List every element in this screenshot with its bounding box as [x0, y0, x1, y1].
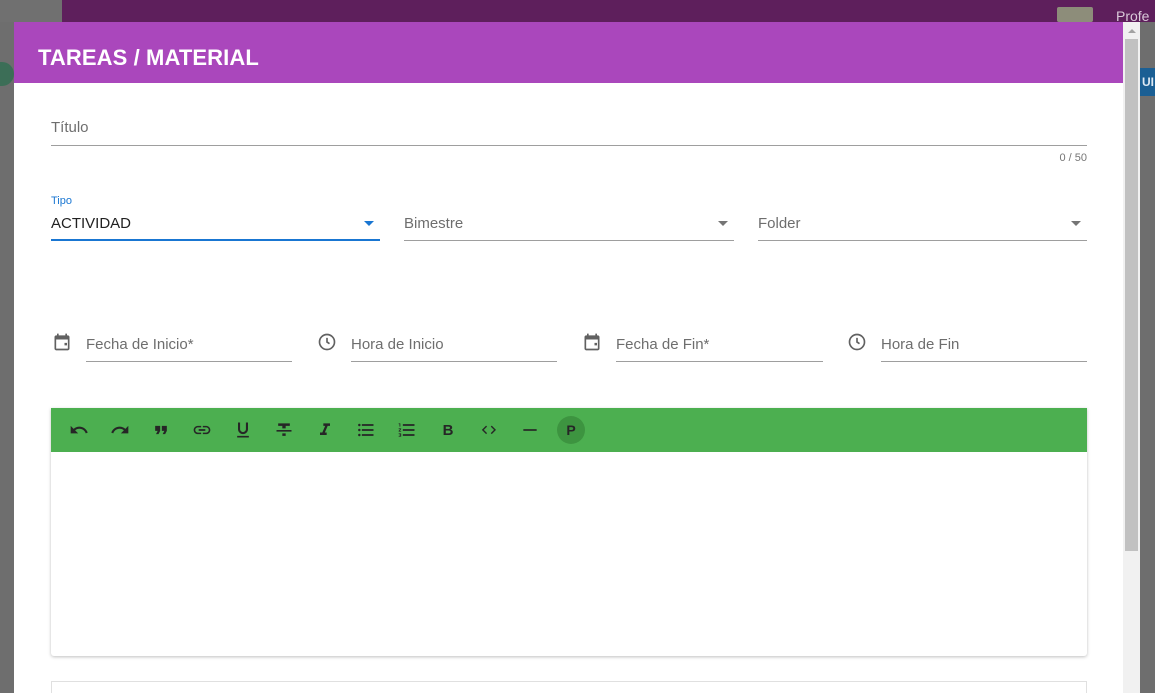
calendar-icon	[584, 333, 600, 351]
bold-button[interactable]: B	[434, 416, 462, 444]
link-button[interactable]	[188, 416, 216, 444]
dropdown-arrow-icon	[364, 221, 374, 226]
horizontal-rule-button[interactable]	[516, 416, 544, 444]
tareas-material-dialog: TAREAS / MATERIAL Título 0 / 50 Tipo ACT…	[14, 22, 1123, 693]
link-icon	[193, 425, 211, 435]
undo-button[interactable]	[65, 416, 93, 444]
scrollbar-thumb[interactable]	[1125, 39, 1138, 551]
dropdown-arrow-icon	[1071, 221, 1081, 226]
fecha-inicio-input[interactable]: Fecha de Inicio*	[86, 327, 292, 362]
redo-button[interactable]	[106, 416, 134, 444]
editor-content-area[interactable]	[51, 452, 1087, 656]
code-icon	[481, 425, 496, 435]
italic-button[interactable]	[311, 416, 339, 444]
tipo-select[interactable]: Tipo ACTIVIDAD	[51, 195, 380, 241]
fecha-fin-label: Fecha de Fin*	[616, 336, 710, 353]
strikethrough-icon	[276, 423, 292, 436]
paragraph-button[interactable]: P	[557, 416, 585, 444]
fecha-fin-field[interactable]: Fecha de Fin*	[582, 327, 823, 362]
background-left-bar	[0, 0, 62, 22]
fecha-inicio-field[interactable]: Fecha de Inicio*	[52, 327, 292, 362]
dialog-header: TAREAS / MATERIAL	[14, 22, 1123, 83]
bulleted-list-icon	[358, 423, 374, 437]
dropdown-arrow-icon	[718, 221, 728, 226]
editor-toolbar: B P	[51, 408, 1087, 452]
strikethrough-button[interactable]	[270, 416, 298, 444]
scrollbar[interactable]	[1123, 22, 1140, 693]
hora-inicio-field[interactable]: Hora de Inicio	[317, 327, 557, 362]
redo-icon	[111, 425, 129, 434]
bulleted-list-button[interactable]	[352, 416, 380, 444]
quote-icon	[155, 425, 167, 435]
scroll-up-arrow-icon[interactable]	[1123, 22, 1140, 39]
underline-icon	[237, 422, 249, 438]
tipo-label: Tipo	[51, 195, 72, 207]
background-top-bar	[62, 0, 1155, 22]
calendar-icon	[54, 333, 70, 351]
titulo-field[interactable]: Título	[51, 109, 1087, 146]
titulo-label: Título	[51, 119, 89, 136]
lower-section	[51, 681, 1087, 693]
background-side-button: UI	[1140, 68, 1155, 96]
hora-inicio-label: Hora de Inicio	[351, 336, 444, 353]
titulo-counter: 0 / 50	[1059, 152, 1087, 164]
avatar	[1057, 7, 1093, 22]
paragraph-label: P	[566, 422, 576, 438]
undo-icon	[70, 425, 88, 434]
hora-fin-field[interactable]: Hora de Fin	[847, 327, 1087, 362]
numbered-list-icon	[398, 423, 415, 437]
clock-icon	[848, 333, 866, 351]
folder-placeholder: Folder	[758, 215, 801, 232]
underline-button[interactable]	[229, 416, 257, 444]
numbered-list-button[interactable]	[393, 416, 421, 444]
background-left-tab	[0, 62, 14, 86]
horizontal-rule-icon	[523, 429, 537, 431]
dialog-title: TAREAS / MATERIAL	[38, 44, 259, 70]
quote-button[interactable]	[147, 416, 175, 444]
code-button[interactable]	[475, 416, 503, 444]
fecha-fin-input[interactable]: Fecha de Fin*	[616, 327, 823, 362]
tipo-value: ACTIVIDAD	[51, 215, 132, 232]
hora-fin-label: Hora de Fin	[881, 336, 960, 353]
hora-inicio-input[interactable]: Hora de Inicio	[351, 327, 557, 362]
bimestre-placeholder: Bimestre	[404, 215, 464, 232]
bimestre-select[interactable]: Bimestre	[404, 195, 734, 241]
hora-fin-input[interactable]: Hora de Fin	[881, 327, 1087, 362]
rich-text-editor: B P	[51, 408, 1087, 656]
folder-select[interactable]: Folder	[758, 195, 1087, 241]
bold-label: B	[442, 421, 454, 439]
clock-icon	[318, 333, 336, 351]
italic-icon	[320, 423, 330, 435]
fecha-inicio-label: Fecha de Inicio*	[86, 336, 194, 353]
